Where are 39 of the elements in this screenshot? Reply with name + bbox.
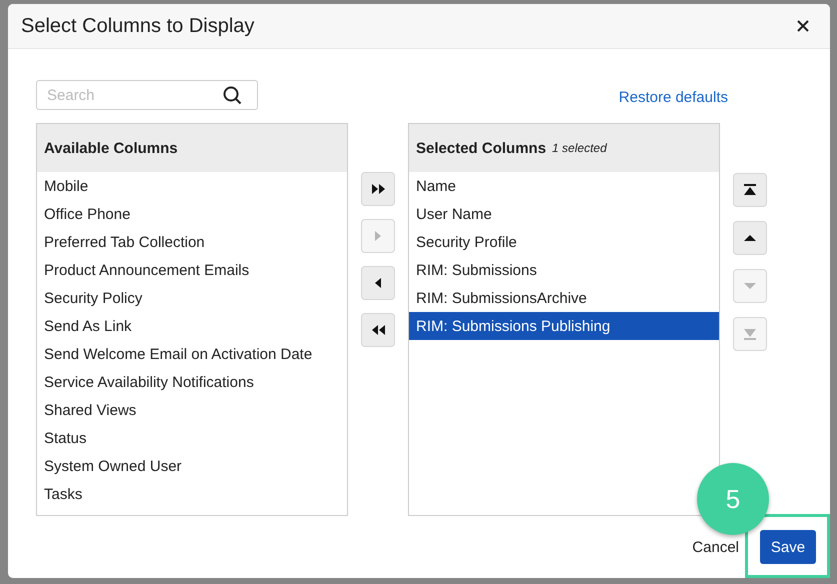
up-arrow-icon — [743, 232, 757, 244]
search-field[interactable]: Search — [36, 80, 258, 110]
list-item[interactable]: Office Phone — [37, 200, 347, 228]
list-item[interactable]: Send As Link — [37, 312, 347, 340]
selection-count: 1 selected — [552, 141, 607, 155]
list-item[interactable]: RIM: Submissions — [409, 256, 719, 284]
double-right-arrow-icon — [371, 183, 385, 195]
list-item[interactable]: Preferred Tab Collection — [37, 228, 347, 256]
dialog-title: Select Columns to Display — [21, 14, 254, 38]
list-item[interactable]: Security Profile — [409, 228, 719, 256]
list-title: Selected Columns — [416, 140, 546, 156]
search-icon — [223, 86, 242, 105]
list-item[interactable]: Service Availability Notifications — [37, 368, 347, 396]
up-button[interactable] — [733, 221, 767, 255]
save-button[interactable]: Save — [760, 530, 816, 564]
list-item[interactable]: Shared Views — [37, 396, 347, 424]
move-bottom-icon — [743, 328, 757, 340]
list-item[interactable]: System Owned User — [37, 452, 347, 480]
remove-button[interactable] — [361, 266, 395, 300]
down-arrow-icon — [743, 280, 757, 292]
close-button[interactable] — [796, 19, 810, 33]
cancel-button[interactable]: Cancel — [692, 538, 739, 556]
list-item[interactable]: RIM: Submissions Publishing — [409, 312, 719, 340]
list-title: Available Columns — [44, 140, 178, 156]
list-item[interactable]: Send Welcome Email on Activation Date — [37, 340, 347, 368]
list-item[interactable]: Status — [37, 424, 347, 452]
move-top-icon — [743, 184, 757, 196]
double-left-arrow-icon — [371, 324, 385, 336]
list-item[interactable]: Mobile — [37, 172, 347, 200]
list-item[interactable]: Name — [409, 172, 719, 200]
restore-defaults-link[interactable]: Restore defaults — [618, 89, 728, 106]
list-item[interactable]: Tasks — [37, 480, 347, 508]
list-item[interactable]: Product Announcement Emails — [37, 256, 347, 284]
list-item[interactable]: User Name — [409, 200, 719, 228]
list-item[interactable]: RIM: SubmissionsArchive — [409, 284, 719, 312]
remove-all-button[interactable] — [361, 313, 395, 347]
list-item[interactable]: Security Policy — [37, 284, 347, 312]
top-button[interactable] — [733, 173, 767, 207]
add-all-button[interactable] — [361, 172, 395, 206]
